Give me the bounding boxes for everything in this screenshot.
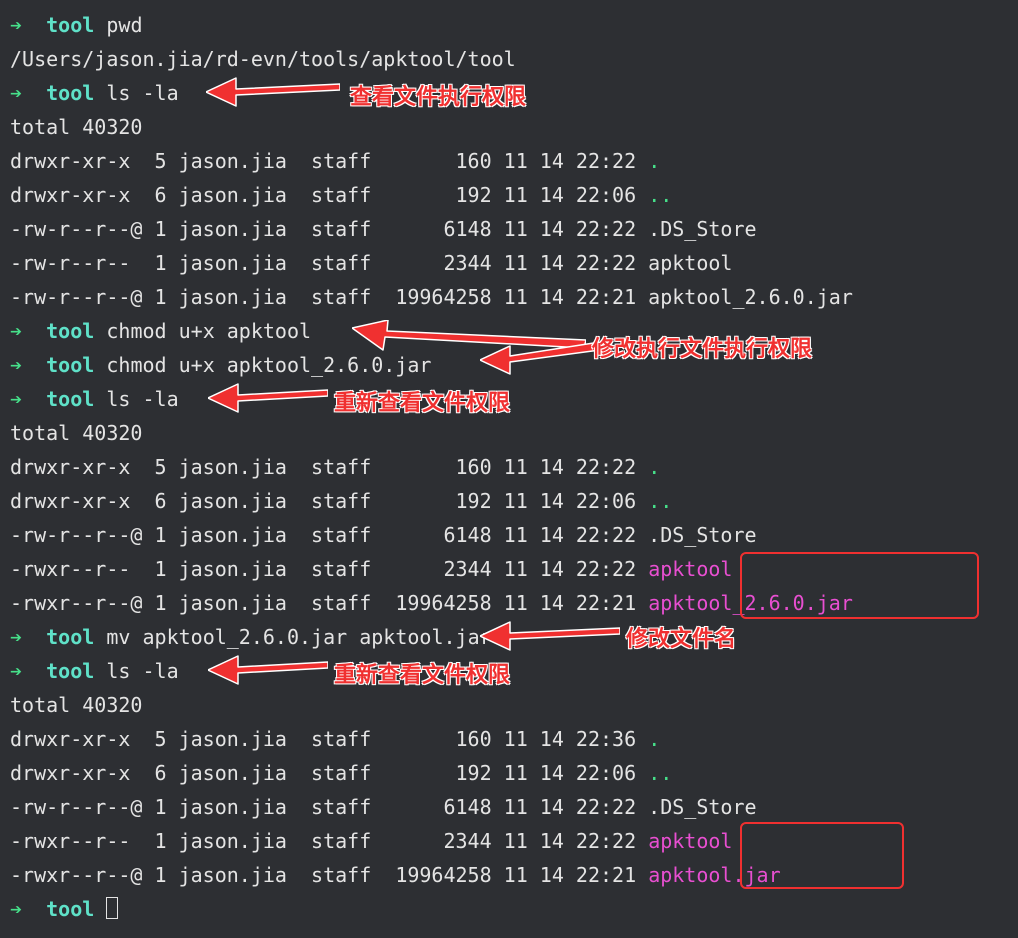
command-ls: ls -la <box>106 81 178 105</box>
output-pwd: /Users/jason.jia/rd-evn/tools/apktool/to… <box>10 42 1008 76</box>
output-total: total 40320 <box>10 416 1008 450</box>
prompt-name: tool <box>46 897 94 921</box>
command-chmod-jar: chmod u+x apktool_2.6.0.jar <box>106 353 431 377</box>
command-chmod-apktool: chmod u+x apktool <box>106 319 311 343</box>
file-listing-2: drwxr-xr-x 5 jason.jia staff 160 11 14 2… <box>10 450 1008 620</box>
list-item: -rw-r--r-- 1 jason.jia staff 2344 11 14 … <box>10 246 1008 280</box>
prompt-name: tool <box>46 319 94 343</box>
prompt-arrow-icon: ➔ <box>10 81 22 105</box>
list-item: drwxr-xr-x 5 jason.jia staff 160 11 14 2… <box>10 144 1008 178</box>
prompt-arrow-icon: ➔ <box>10 353 22 377</box>
prompt-name: tool <box>46 625 94 649</box>
list-item: drwxr-xr-x 6 jason.jia staff 192 11 14 2… <box>10 756 1008 790</box>
output-total: total 40320 <box>10 688 1008 722</box>
prompt-arrow-icon: ➔ <box>10 13 22 37</box>
list-item: drwxr-xr-x 6 jason.jia staff 192 11 14 2… <box>10 178 1008 212</box>
list-item: -rw-r--r--@ 1 jason.jia staff 6148 11 14… <box>10 790 1008 824</box>
command-ls: ls -la <box>106 659 178 683</box>
file-listing-1: drwxr-xr-x 5 jason.jia staff 160 11 14 2… <box>10 144 1008 314</box>
command-pwd: pwd <box>106 13 142 37</box>
list-item: drwxr-xr-x 5 jason.jia staff 160 11 14 2… <box>10 450 1008 484</box>
prompt-arrow-icon: ➔ <box>10 625 22 649</box>
list-item: drwxr-xr-x 5 jason.jia staff 160 11 14 2… <box>10 722 1008 756</box>
prompt-arrow-icon: ➔ <box>10 319 22 343</box>
command-mv: mv apktool_2.6.0.jar apktool.jar <box>106 625 491 649</box>
list-item: -rwxr--r--@ 1 jason.jia staff 19964258 1… <box>10 586 1008 620</box>
cursor-icon <box>106 897 118 919</box>
list-item: -rw-r--r--@ 1 jason.jia staff 6148 11 14… <box>10 518 1008 552</box>
list-item: -rw-r--r--@ 1 jason.jia staff 6148 11 14… <box>10 212 1008 246</box>
list-item: -rwxr--r-- 1 jason.jia staff 2344 11 14 … <box>10 552 1008 586</box>
output-total: total 40320 <box>10 110 1008 144</box>
prompt-arrow-icon: ➔ <box>10 897 22 921</box>
command-ls: ls -la <box>106 387 178 411</box>
list-item: drwxr-xr-x 6 jason.jia staff 192 11 14 2… <box>10 484 1008 518</box>
prompt-name: tool <box>46 659 94 683</box>
prompt-arrow-icon: ➔ <box>10 659 22 683</box>
list-item: -rwxr--r-- 1 jason.jia staff 2344 11 14 … <box>10 824 1008 858</box>
list-item: -rwxr--r--@ 1 jason.jia staff 19964258 1… <box>10 858 1008 892</box>
file-listing-3: drwxr-xr-x 5 jason.jia staff 160 11 14 2… <box>10 722 1008 892</box>
list-item: -rw-r--r--@ 1 jason.jia staff 19964258 1… <box>10 280 1008 314</box>
terminal[interactable]: ➔ tool pwd /Users/jason.jia/rd-evn/tools… <box>0 0 1018 926</box>
prompt-name: tool <box>46 353 94 377</box>
prompt-name: tool <box>46 81 94 105</box>
prompt-name: tool <box>46 387 94 411</box>
prompt-name: tool <box>46 13 94 37</box>
prompt-arrow-icon: ➔ <box>10 387 22 411</box>
